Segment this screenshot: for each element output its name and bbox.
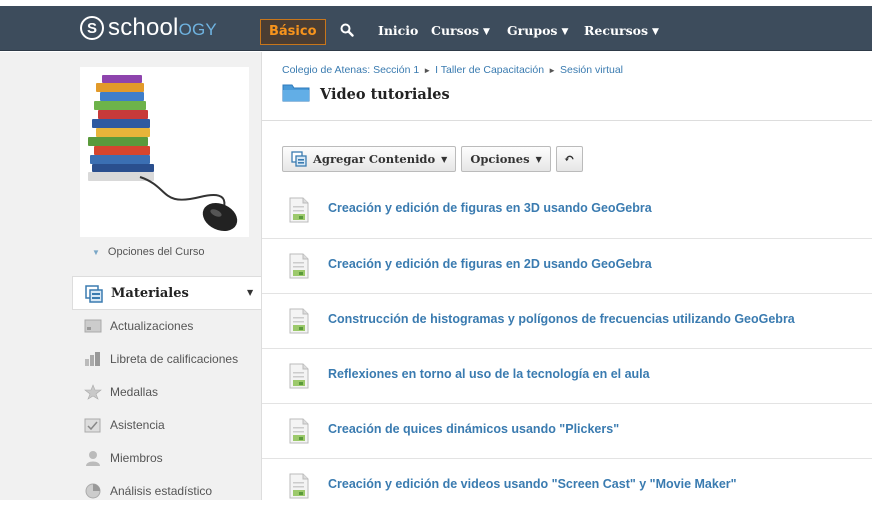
undo-icon: ↶ xyxy=(563,151,575,167)
sidebar-item-miembros[interactable]: Miembros xyxy=(84,447,163,469)
members-icon xyxy=(84,450,102,466)
list-item: Construcción de histogramas y polígonos … xyxy=(262,293,872,348)
chevron-down-icon: ▼ xyxy=(441,154,448,164)
folder-icon xyxy=(282,82,310,106)
list-item: Reflexiones en torno al uso de la tecnol… xyxy=(262,348,872,403)
sidebar-item-libreta[interactable]: Libreta de calificaciones xyxy=(84,348,238,370)
document-icon xyxy=(289,363,309,393)
chevron-down-icon: ▼ xyxy=(561,27,569,37)
header-divider xyxy=(262,120,872,121)
sidebar-item-medallas[interactable]: Medallas xyxy=(84,381,158,403)
course-options-label: Opciones del Curso xyxy=(107,246,205,258)
folder-title-text: Video tutoriales xyxy=(320,85,450,103)
material-link[interactable]: Creación y edición de figuras en 3D usan… xyxy=(328,201,652,215)
updates-icon xyxy=(84,318,102,334)
sidebar-item-label: Asistencia xyxy=(110,418,165,432)
nav-grupos-label: Grupos xyxy=(507,23,558,38)
document-icon xyxy=(289,308,309,338)
nav-recursos[interactable]: Recursos ▼ xyxy=(584,20,659,43)
document-icon xyxy=(289,473,309,503)
badges-icon xyxy=(84,384,102,400)
sidebar-item-label: Miembros xyxy=(110,451,163,465)
add-content-icon xyxy=(291,151,307,167)
undo-button[interactable]: ↶ xyxy=(555,146,583,172)
logo-wordmark-suffix: ogy xyxy=(178,14,217,41)
breadcrumb-link[interactable]: I Taller de Capacitación xyxy=(435,64,544,76)
nav-recursos-label: Recursos xyxy=(584,23,649,38)
sidebar-item-analisis[interactable]: Análisis estadístico xyxy=(84,480,212,502)
list-item: Creación y edición de figuras en 2D usan… xyxy=(262,238,872,293)
attendance-icon xyxy=(84,417,102,433)
nav-grupos[interactable]: Grupos ▼ xyxy=(507,20,568,43)
logo-wordmark: schoology xyxy=(108,14,217,42)
nav-inicio[interactable]: Inicio xyxy=(378,20,418,42)
add-content-button[interactable]: Agregar Contenido ▼ xyxy=(282,146,457,172)
options-button[interactable]: Opciones ▼ xyxy=(461,146,551,172)
search-icon[interactable] xyxy=(340,22,358,40)
chevron-down-icon: ▼ xyxy=(652,27,659,37)
list-item: Creación y edición de figuras en 3D usan… xyxy=(262,183,872,238)
sidebar-item-asistencia[interactable]: Asistencia xyxy=(84,414,165,436)
sidebar-item-label: Actualizaciones xyxy=(110,319,194,333)
analytics-icon xyxy=(84,483,102,499)
schoology-logo[interactable]: S schoology xyxy=(80,13,217,43)
page-title: Video tutoriales xyxy=(282,82,450,106)
list-item: Creación y edición de videos usando "Scr… xyxy=(262,458,872,513)
chevron-down-icon: ▼ xyxy=(247,288,254,297)
materials-toolbar: Agregar Contenido ▼ Opciones ▼ ↶ xyxy=(282,146,588,172)
breadcrumb-link[interactable]: Sesión virtual xyxy=(560,64,623,76)
sidebar-item-label: Análisis estadístico xyxy=(110,484,213,498)
document-icon xyxy=(289,418,309,448)
basic-mode-button[interactable]: Básico xyxy=(260,19,326,45)
breadcrumb-link[interactable]: Colegio de Atenas: Sección 1 xyxy=(282,64,419,76)
material-link[interactable]: Construcción de histogramas y polígonos … xyxy=(328,312,795,326)
material-link[interactable]: Creación y edición de videos usando "Scr… xyxy=(328,477,737,491)
sidebar-item-actualizaciones[interactable]: Actualizaciones xyxy=(84,315,193,337)
breadcrumb-separator-icon: ► xyxy=(423,66,432,75)
books-image xyxy=(88,75,154,181)
material-link[interactable]: Creación de quices dinámicos usando "Pli… xyxy=(328,422,619,436)
sidebar-item-materiales[interactable]: Materiales ▼ xyxy=(72,276,261,310)
sidebar-item-label: Materiales xyxy=(111,286,189,301)
nav-cursos[interactable]: Cursos ▼ xyxy=(431,20,490,43)
chevron-down-icon: ▼ xyxy=(535,154,542,164)
material-link[interactable]: Reflexiones en torno al uso de la tecnol… xyxy=(328,367,650,381)
top-navbar: S schoology Básico Inicio Cursos ▼ Grupos… xyxy=(0,6,872,51)
triangle-down-icon: ▼ xyxy=(92,248,100,257)
nav-cursos-label: Cursos xyxy=(431,23,480,38)
nav-inicio-label: Inicio xyxy=(378,23,419,38)
gradebook-icon xyxy=(84,351,102,367)
breadcrumb: Colegio de Atenas: Sección 1 ► I Taller de… xyxy=(282,64,623,76)
document-icon xyxy=(289,197,309,227)
course-picture[interactable] xyxy=(80,67,249,237)
materials-list: Creación y edición de figuras en 3D usan… xyxy=(262,183,872,513)
course-options-toggle[interactable]: ▼ Opciones del Curso xyxy=(92,246,205,258)
logo-wordmark-prefix: school xyxy=(108,14,179,41)
chevron-down-icon: ▼ xyxy=(483,27,490,37)
material-link[interactable]: Creación y edición de figuras en 2D usan… xyxy=(328,257,652,271)
add-content-label: Agregar Contenido xyxy=(313,152,436,166)
logo-mark: S xyxy=(80,16,104,40)
document-icon xyxy=(289,253,309,283)
materials-icon xyxy=(85,285,103,307)
list-item: Creación de quices dinámicos usando "Pli… xyxy=(262,403,872,458)
sidebar-item-label: Libreta de calificaciones xyxy=(110,352,239,366)
sidebar-item-label: Medallas xyxy=(110,385,159,399)
breadcrumb-separator-icon: ► xyxy=(548,66,556,75)
options-label: Opciones xyxy=(470,152,530,166)
course-sidebar: ▼ Opciones del Curso Materiales ▼ Actuali… xyxy=(0,52,261,500)
